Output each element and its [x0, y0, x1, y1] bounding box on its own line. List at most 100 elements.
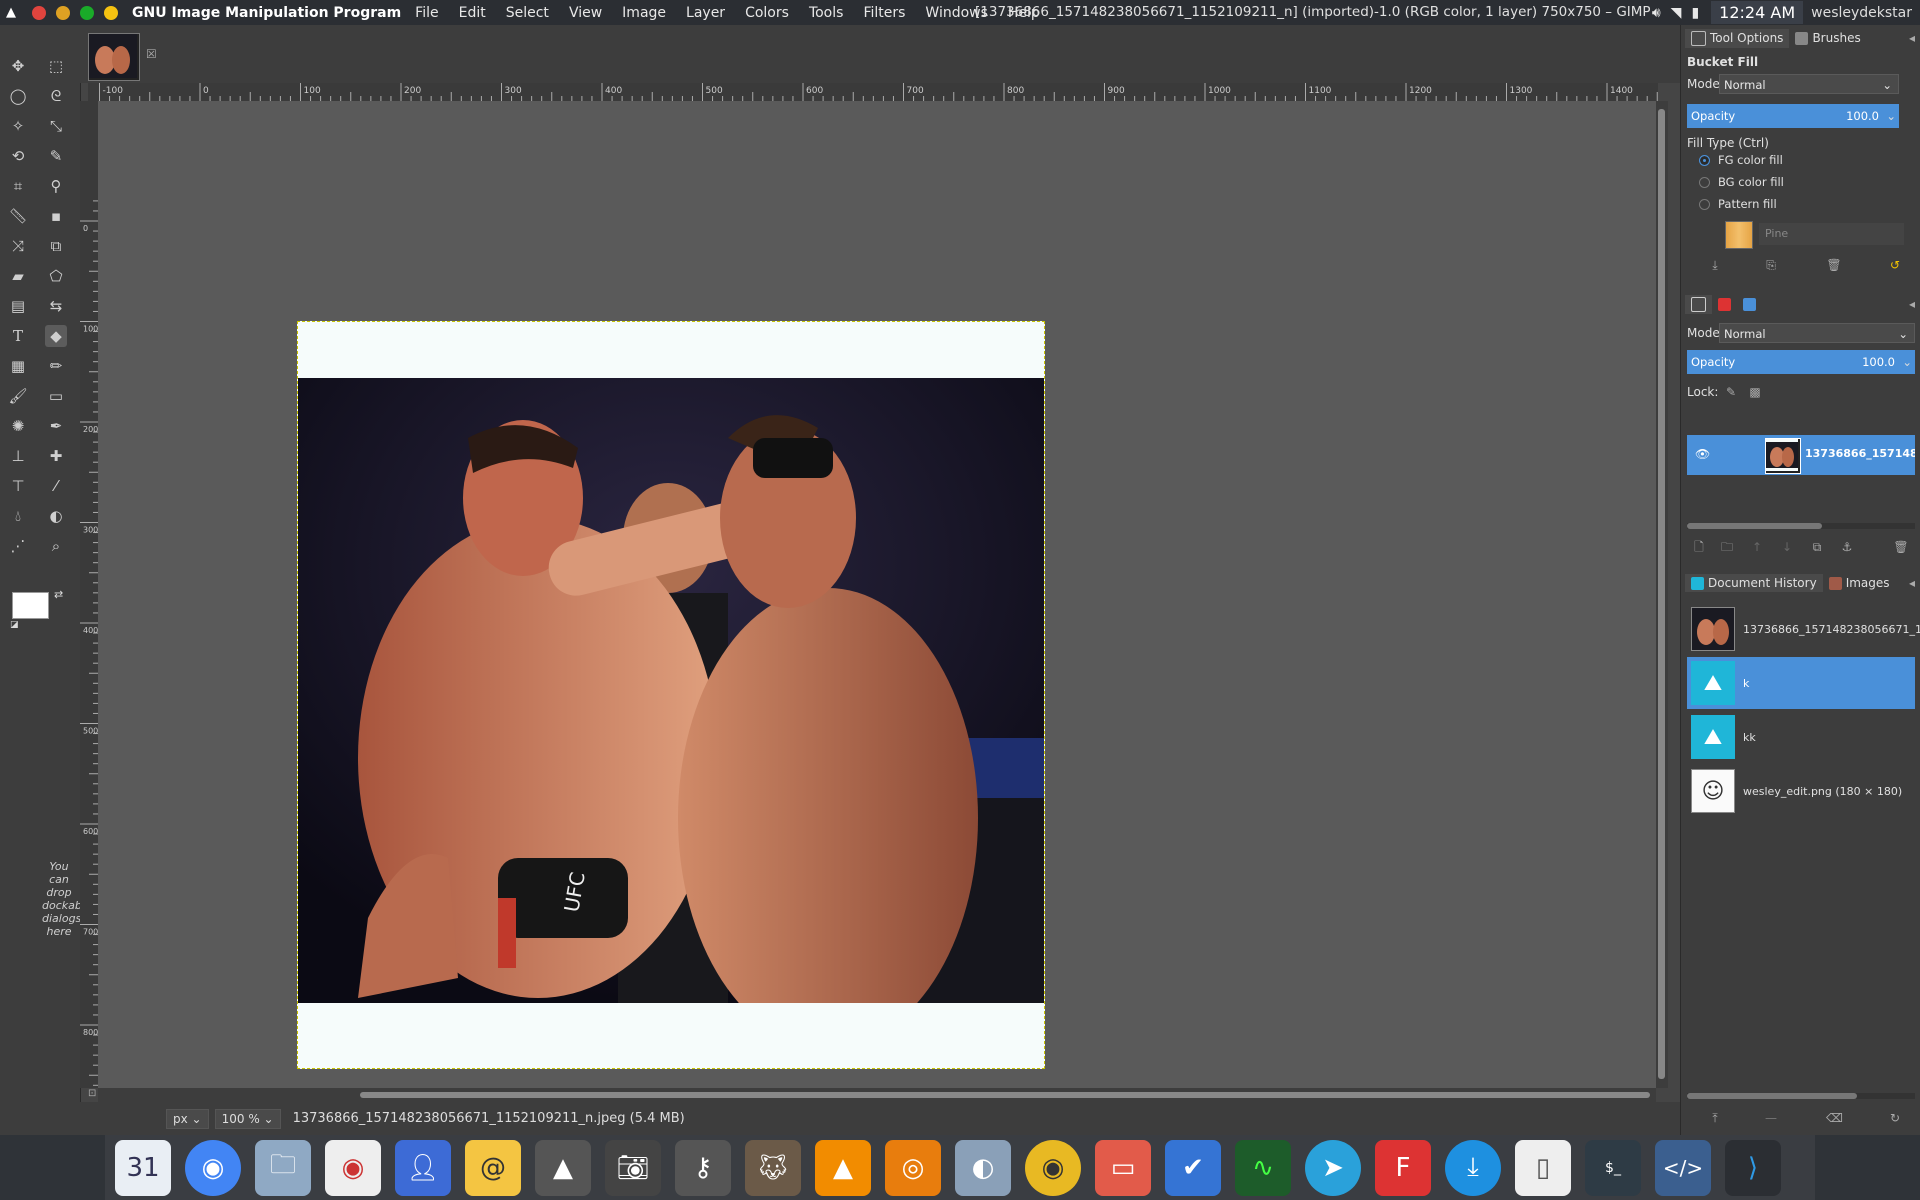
history-scrollbar[interactable] — [1687, 1093, 1915, 1099]
unit-select[interactable]: px ⌄ — [166, 1108, 209, 1129]
history-item[interactable]: ☺ wesley_edit.png (180 × 180) — [1687, 765, 1915, 817]
airbrush-tool-icon[interactable]: ✺ — [7, 415, 29, 437]
system-monitor-icon[interactable]: ∿ — [1235, 1139, 1291, 1196]
history-item[interactable]: ⛰ k — [1687, 657, 1915, 709]
mail-icon[interactable]: @ — [465, 1139, 521, 1196]
text-tool-icon[interactable]: T — [7, 325, 29, 347]
close-tab-icon[interactable]: ☒ — [146, 47, 157, 61]
menu-image[interactable]: Image — [622, 5, 666, 21]
menu-edit[interactable]: Edit — [459, 5, 486, 21]
history-scroll-thumb[interactable] — [1687, 1093, 1857, 1099]
terminal-icon[interactable]: $_ — [1585, 1139, 1641, 1196]
measure-tool-icon[interactable]: 📏︎ — [7, 205, 29, 227]
tasks-icon[interactable]: ✔ — [1165, 1139, 1221, 1196]
close-window-button[interactable] — [32, 5, 46, 20]
heal-tool-icon[interactable]: ✚ — [45, 445, 67, 467]
paintbrush-tool-icon[interactable]: 🖌︎ — [7, 385, 29, 407]
raise-image-icon[interactable]: ⤒ — [1707, 1110, 1723, 1126]
new-layer-icon[interactable]: 🗋︎ — [1691, 539, 1707, 555]
lock-pixels-icon[interactable]: ✎ — [1723, 384, 1739, 400]
horizontal-scrollbar[interactable] — [98, 1088, 1656, 1102]
bucket-fill-tool-icon[interactable]: ◆ — [45, 325, 67, 347]
reset-options-icon[interactable]: ↺ — [1887, 257, 1903, 273]
menu-select[interactable]: Select — [506, 5, 549, 21]
contacts-icon[interactable]: 👤︎ — [395, 1139, 451, 1196]
menu-view[interactable]: View — [569, 5, 602, 21]
lower-layer-icon[interactable]: ↓ — [1779, 539, 1795, 555]
mypaint-brush-icon[interactable]: ⋰ — [7, 535, 29, 557]
history-item[interactable]: ⛰ kk — [1687, 711, 1915, 763]
free-select-tool-icon[interactable]: ᘓ — [45, 85, 67, 107]
vertical-scrollbar[interactable] — [1656, 101, 1668, 1088]
eraser-tool-icon[interactable]: ▭ — [45, 385, 67, 407]
smudge-tool-icon[interactable]: 💧︎ — [7, 505, 29, 527]
layer-row[interactable]: 👁︎ 13736866_15714823 — [1687, 435, 1915, 475]
inkscape-icon[interactable]: ▲ — [535, 1139, 591, 1196]
menu-file[interactable]: File — [415, 5, 438, 21]
perspective-tool-icon[interactable]: ▰ — [7, 265, 29, 287]
layer-name[interactable]: 13736866_15714823 — [1805, 447, 1915, 460]
calendar-icon[interactable]: 31 — [115, 1139, 171, 1196]
vscode-icon[interactable]: ⟩ — [1725, 1139, 1781, 1196]
tab-images[interactable]: Images — [1823, 574, 1896, 592]
crop-tool-icon[interactable]: ⌗ — [7, 175, 29, 197]
clear-history-icon[interactable]: ⌫ — [1826, 1110, 1843, 1126]
menu-tools[interactable]: Tools — [809, 5, 844, 21]
radio-fg-fill[interactable]: FG color fill — [1699, 153, 1783, 167]
zoom-tool-icon[interactable]: ⌕ — [45, 535, 67, 557]
move-tool-icon[interactable]: ✥ — [7, 55, 29, 77]
unified-transform-icon[interactable]: ⤨ — [7, 235, 29, 257]
new-view-icon[interactable]: — — [1763, 1110, 1779, 1126]
radio-bg-fill[interactable]: BG color fill — [1699, 175, 1784, 189]
horizontal-scroll-thumb[interactable] — [360, 1092, 1650, 1098]
layers-scrollbar[interactable] — [1687, 523, 1915, 529]
new-group-icon[interactable]: 🗀︎ — [1719, 539, 1735, 555]
menu-filters[interactable]: Filters — [863, 5, 905, 21]
spin-icon[interactable]: ⌄ — [1902, 350, 1912, 374]
blender-icon[interactable]: ◎ — [885, 1139, 941, 1196]
document-viewer-icon[interactable]: ◉ — [325, 1139, 381, 1196]
foreground-color[interactable] — [12, 592, 49, 619]
flip-tool-icon[interactable]: ⇆ — [45, 295, 67, 317]
transform-tool-icon[interactable]: ⤡ — [45, 115, 67, 137]
panel-menu-icon[interactable]: ◂ — [1909, 297, 1915, 311]
radio-pattern-fill[interactable]: Pattern fill — [1699, 197, 1777, 211]
tool-opacity-slider[interactable]: Opacity 100.0 ⌄ — [1687, 104, 1899, 128]
tab-brushes[interactable]: Brushes — [1789, 29, 1866, 47]
chrome-icon[interactable]: ◉ — [185, 1139, 241, 1196]
panel-menu-icon[interactable]: ◂ — [1909, 576, 1915, 590]
history-item[interactable]: 13736866_157148238056671_1152 — [1687, 603, 1920, 655]
layer-mode-dropdown[interactable]: Normal ⌄ — [1719, 323, 1915, 343]
rect-select-tool-icon[interactable]: ⬚ — [45, 55, 67, 77]
menu-colors[interactable]: Colors — [745, 5, 789, 21]
files-icon[interactable]: 🗀︎ — [255, 1139, 311, 1196]
vlc-icon[interactable]: ▲ — [815, 1139, 871, 1196]
pattern-name-field[interactable]: Pine — [1759, 223, 1904, 245]
color-picker-tool-icon[interactable]: ⚲ — [45, 175, 67, 197]
default-colors-icon[interactable]: ◪ — [10, 620, 19, 630]
align-tool-icon[interactable]: ▪ — [45, 205, 67, 227]
ellipse-select-tool-icon[interactable]: ◯ — [7, 85, 29, 107]
minimize-window-button[interactable] — [56, 5, 70, 20]
refresh-icon[interactable]: ↻ — [1887, 1110, 1903, 1126]
image-tab-thumbnail[interactable] — [88, 33, 140, 81]
tab-document-history[interactable]: Document History — [1685, 574, 1823, 592]
warp-tool-icon[interactable]: ⟲ — [7, 145, 29, 167]
user-name[interactable]: wesleydekstar — [1811, 5, 1912, 21]
keys-icon[interactable]: ⚷ — [675, 1139, 731, 1196]
handle-transform-icon[interactable]: ▤ — [7, 295, 29, 317]
tab-channels[interactable] — [1712, 296, 1737, 313]
paths-tool-icon[interactable]: ✎ — [45, 145, 67, 167]
rhythmbox-icon[interactable]: ◉ — [1025, 1139, 1081, 1196]
wifi-icon[interactable]: ◥ — [1671, 5, 1682, 21]
system-menu-icon[interactable]: ▲ — [6, 5, 16, 20]
raise-layer-icon[interactable]: ↑ — [1749, 539, 1765, 555]
navigate-icon[interactable]: ⊡ — [88, 1088, 96, 1099]
menu-layer[interactable]: Layer — [686, 5, 725, 21]
gimp-icon[interactable]: 🐺︎ — [745, 1139, 801, 1196]
dodge-burn-tool-icon[interactable]: ◐ — [45, 505, 67, 527]
pattern-swatch[interactable] — [1725, 221, 1753, 249]
telegram-icon[interactable]: ➤ — [1305, 1139, 1361, 1196]
blur-tool-icon[interactable]: ⁄ — [45, 475, 67, 497]
layers-scroll-thumb[interactable] — [1687, 523, 1822, 529]
